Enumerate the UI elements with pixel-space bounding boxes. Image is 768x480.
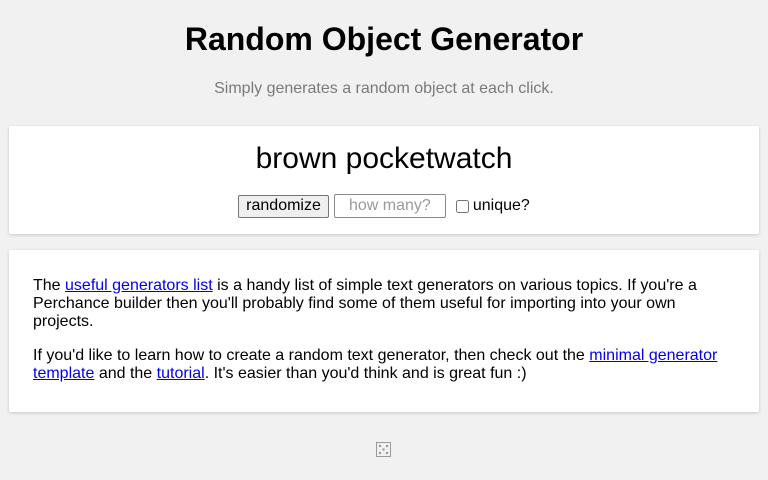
info-p2-after: . It's easier than you'd think and is gr… [204, 365, 527, 382]
tutorial-link[interactable]: tutorial [157, 365, 205, 382]
unique-label: unique? [472, 197, 530, 214]
info-p2-before: If you'd like to learn how to create a r… [33, 347, 590, 364]
how-many-input[interactable] [333, 194, 446, 218]
info-paragraph-2: If you'd like to learn how to create a r… [33, 347, 735, 383]
useful-generators-link[interactable]: useful generators list [65, 277, 213, 294]
randomize-button[interactable]: randomize [238, 194, 329, 218]
generated-result: brown pocketwatch [255, 142, 513, 175]
page-subtitle: Simply generates a random object at each… [214, 80, 554, 97]
info-p2-middle: and the [94, 365, 157, 382]
dice-icon[interactable] [376, 442, 391, 457]
info-card: The useful generators list is a handy li… [9, 250, 759, 412]
page-title: Random Object Generator [184, 21, 584, 57]
info-paragraph-1: The useful generators list is a handy li… [33, 277, 735, 331]
info-p1-before: The [33, 277, 66, 294]
generator-controls: randomize unique? [0, 194, 768, 218]
unique-checkbox[interactable] [455, 199, 469, 213]
